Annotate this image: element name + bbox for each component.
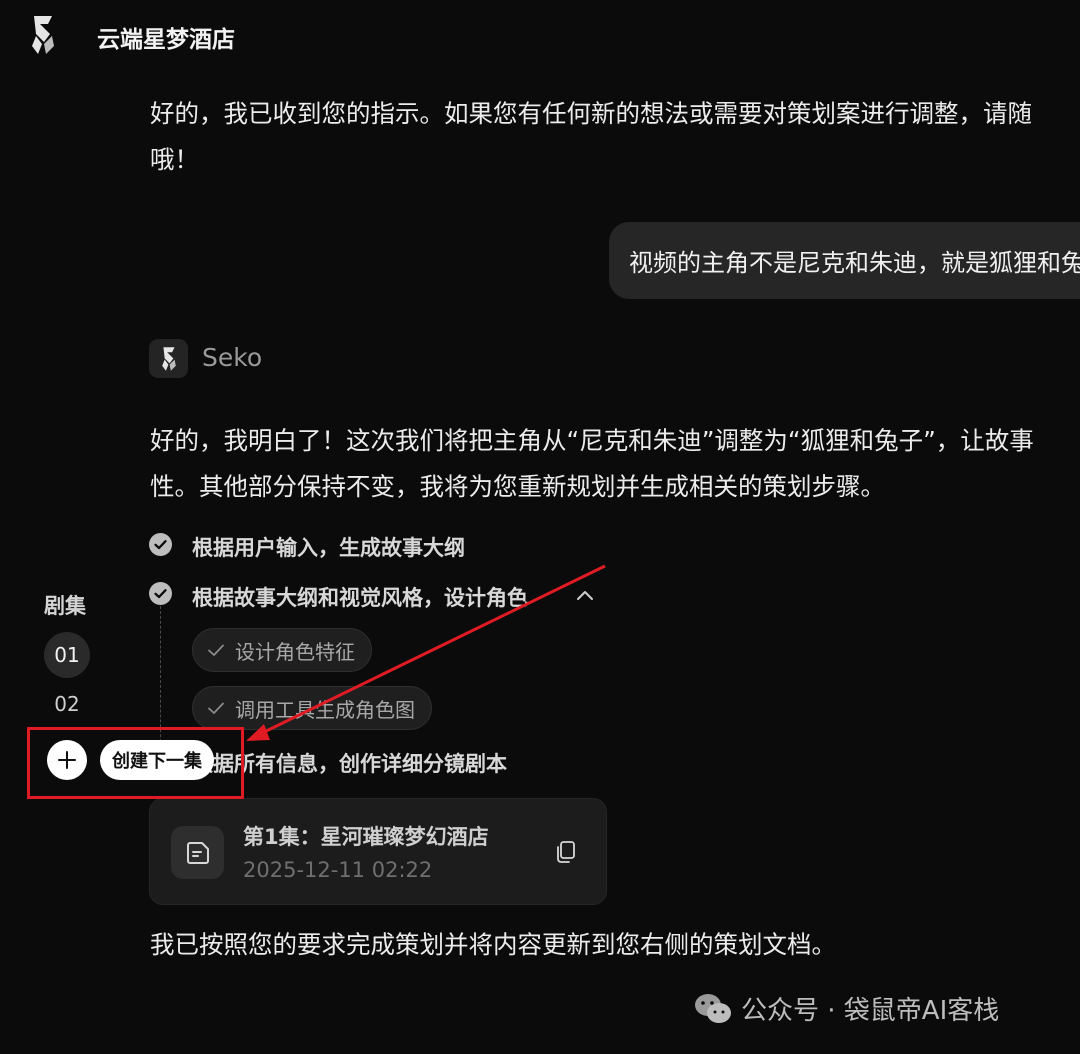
project-title: 云端星梦酒店 [97,27,235,53]
check-icon [208,702,224,714]
user-message-text: 视频的主角不是尼克和朱迪，就是狐狸和兔子 [629,249,1080,277]
annotation-highlight-box [27,727,244,799]
brand-logo-icon [32,16,54,54]
check-circle-icon [149,533,172,556]
agent-name: Seko [202,343,263,372]
watermark: 公众号 · 袋鼠帝AI客栈 [693,990,999,1027]
document-title: 第1集：星河璀璨梦幻酒店 [243,825,489,849]
assistant-reply-line: 好的，我已收到您的指示。如果您有任何新的想法或需要对策划案进行调整，请随 [150,99,1032,128]
episode-item-02[interactable]: 02 [44,681,90,727]
assistant-reply-line: 性。其他部分保持不变，我将为您重新规划并生成相关的策划步骤。 [150,472,885,501]
user-message-bubble: 视频的主角不是尼克和朱迪，就是狐狸和兔子 [609,222,1080,299]
episode-item-01[interactable]: 01 [44,632,90,678]
document-icon [171,826,224,879]
document-timestamp: 2025-12-11 02:22 [243,858,433,882]
app-window: 云端星梦酒店 好的，我已收到您的指示。如果您有任何新的想法或需要对策划案进行调整… [0,0,1080,1054]
step-label: 根据用户输入，生成故事大纲 [192,536,465,560]
substep-chip: 调用工具生成角色图 [192,686,432,730]
step-label[interactable]: 根据故事大纲和视觉风格，设计角色 [192,582,528,612]
agent-logo-icon [161,346,176,371]
assistant-reply-line: 哦！ [150,145,199,174]
substep-label: 设计角色特征 [235,639,355,664]
chevron-up-icon[interactable] [575,588,595,602]
check-circle-icon [149,582,172,605]
substep-label: 调用工具生成角色图 [235,697,415,722]
assistant-closing-message: 我已按照您的要求完成策划并将内容更新到您右侧的策划文档。 [150,930,836,959]
watermark-text: 公众号 · 袋鼠帝AI客栈 [741,996,1000,1026]
document-card[interactable]: 第1集：星河璀璨梦幻酒店 2025-12-11 02:22 [149,798,607,905]
agent-avatar [149,339,188,378]
check-icon [208,644,224,656]
episodes-heading: 剧集 [44,594,86,618]
copy-icon[interactable] [555,840,577,864]
assistant-reply-line: 好的，我明白了！这次我们将把主角从“尼克和朱迪”调整为“狐狸和兔子”，让故事 [150,426,1034,455]
wechat-icon [695,993,731,1023]
substep-chip: 设计角色特征 [192,628,372,672]
